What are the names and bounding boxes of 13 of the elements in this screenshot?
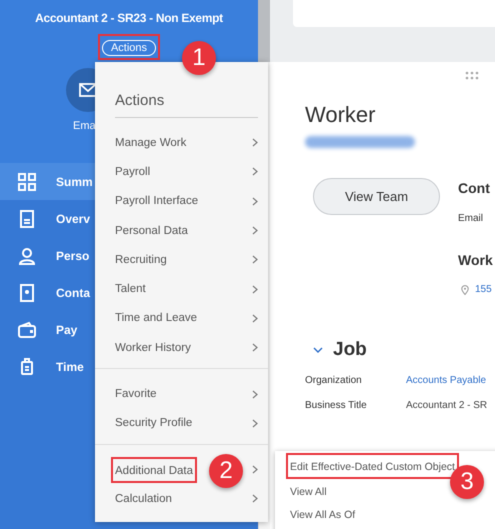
section-heading: Cont bbox=[458, 180, 491, 196]
field-label: Email bbox=[458, 213, 484, 224]
section-heading: Job bbox=[333, 339, 367, 361]
callout-badge: 2 bbox=[209, 454, 243, 488]
field-label: Organization bbox=[305, 375, 363, 386]
callout-badge: 1 bbox=[182, 41, 216, 75]
email-label: Ema bbox=[73, 120, 96, 132]
menu-title: Actions bbox=[115, 92, 258, 118]
worker-job-title: Accountant 2 - SR23 - Non Exempt bbox=[35, 11, 223, 25]
section-heading: Worker bbox=[305, 102, 376, 128]
field-value: Accountant 2 - SR bbox=[406, 400, 488, 411]
field-label: Business Title bbox=[305, 400, 368, 411]
section-heading: Work bbox=[458, 252, 494, 268]
